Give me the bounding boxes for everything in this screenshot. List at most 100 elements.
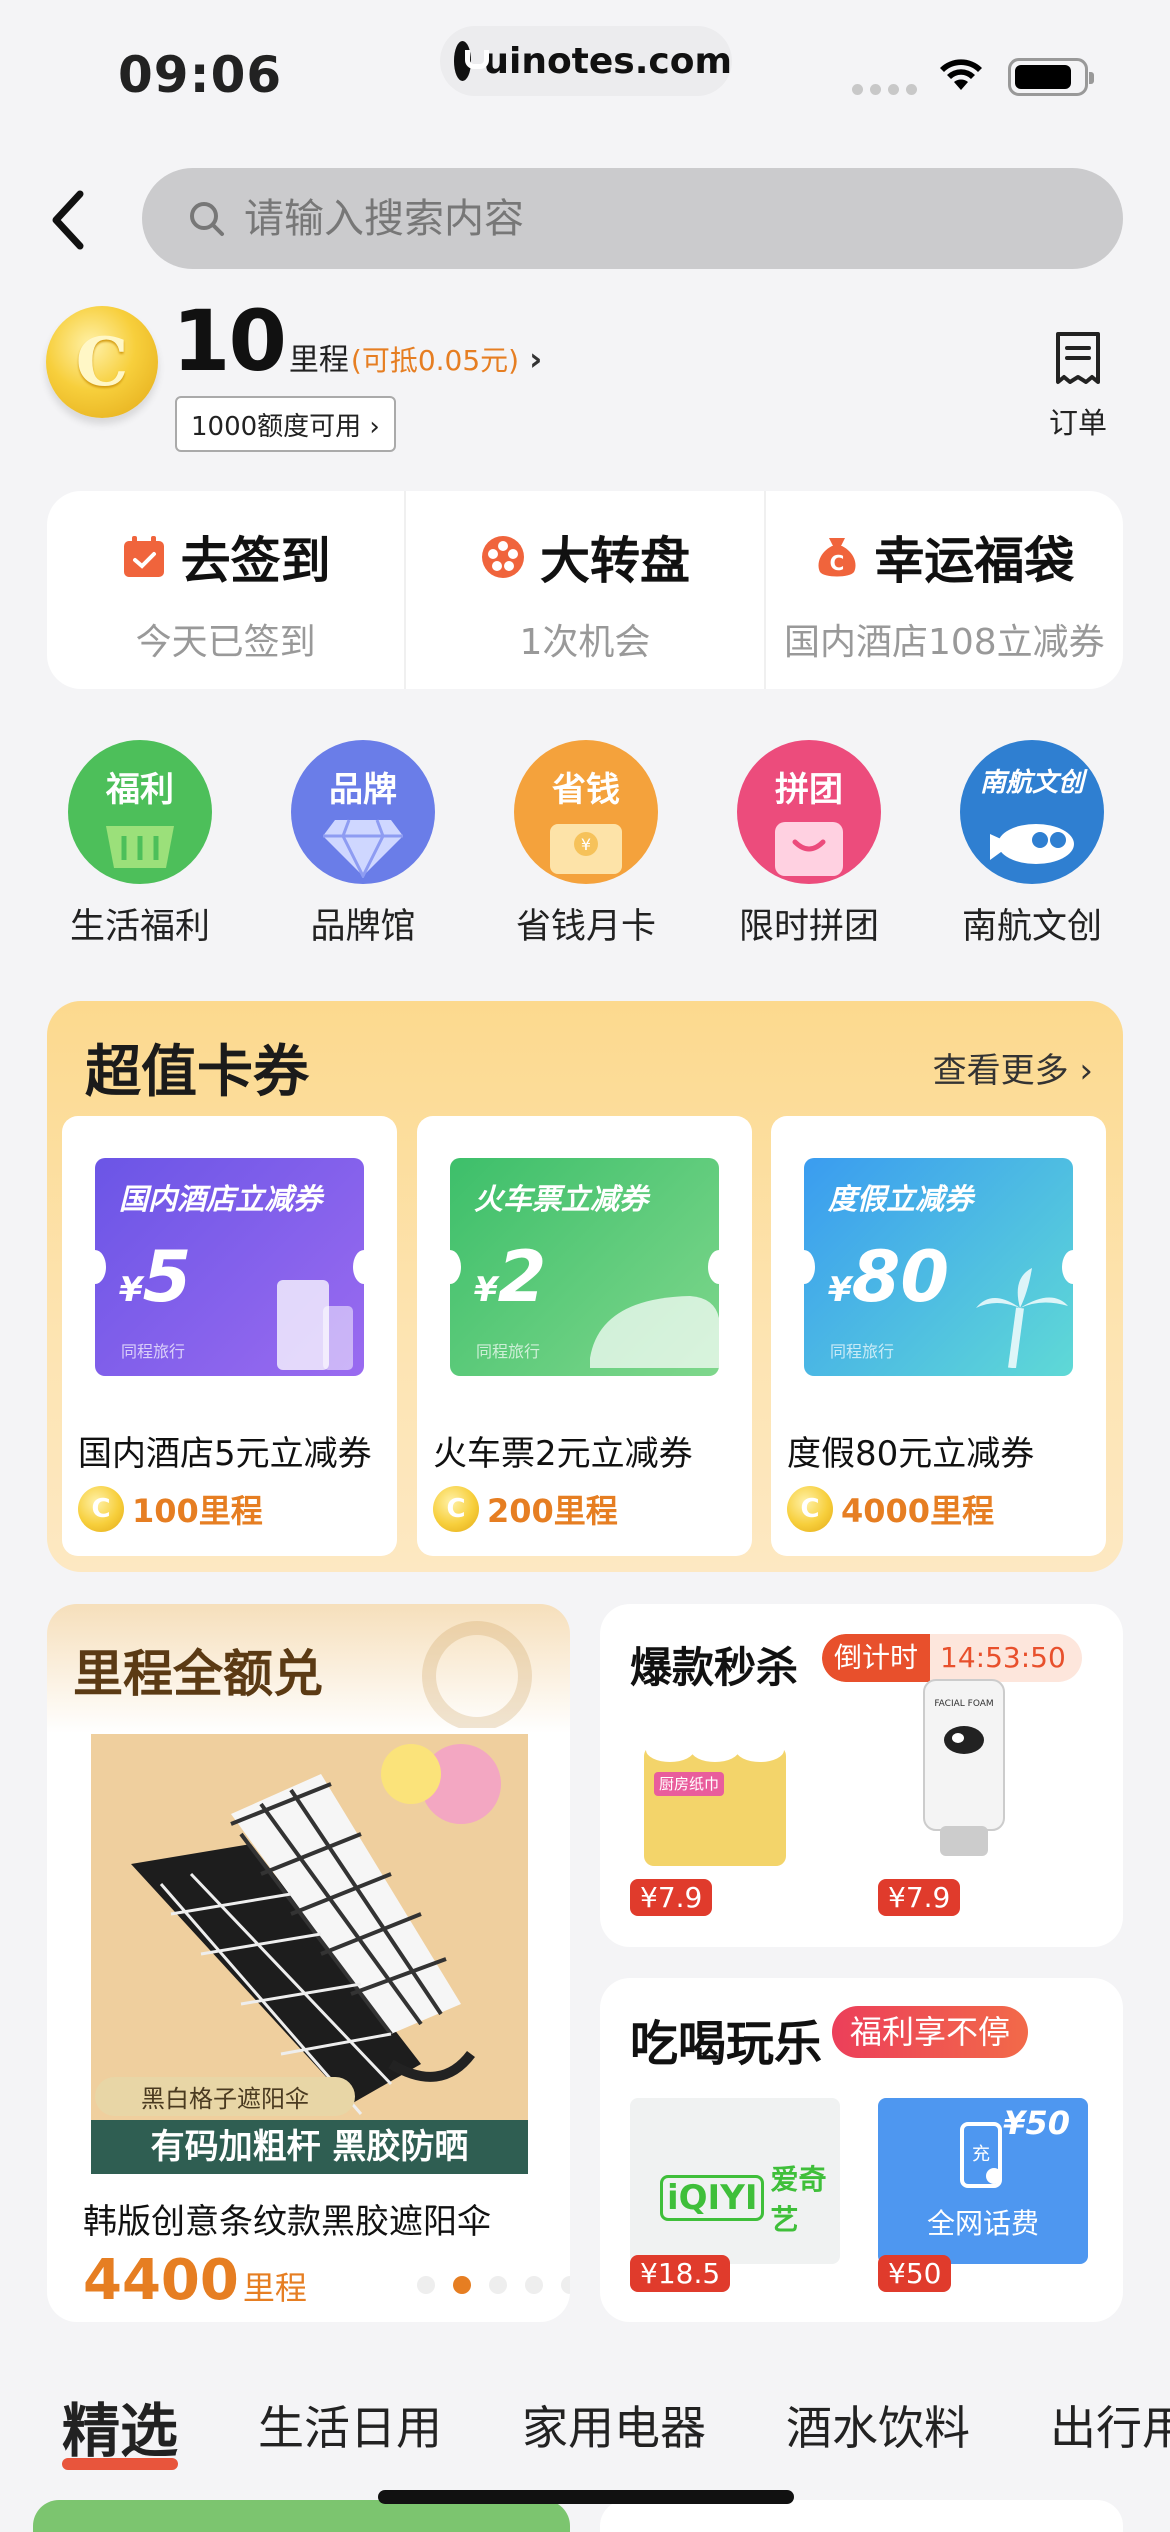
coupon-card[interactable]: 国内酒店立减券 ¥5 同程旅行 国内酒店5元立减券 C 100里程 xyxy=(62,1116,397,1556)
home-indicator xyxy=(378,2490,794,2504)
card-title: 爆款秒杀 xyxy=(630,1643,799,1692)
tab-selected[interactable]: 精选 xyxy=(62,2384,179,2470)
countdown-timer: 倒计时 14:53:50 xyxy=(822,1634,1082,1682)
category-life-welfare[interactable]: 福利 生活福利 xyxy=(40,740,240,949)
feed-card-peek xyxy=(33,2500,570,2532)
coupon-card[interactable]: 火车票立减券 ¥2 同程旅行 火车票2元立减券 C 200里程 xyxy=(417,1116,752,1556)
section-title: 超值卡券 xyxy=(85,1040,309,1105)
product-price-unit: 里程 xyxy=(242,2269,307,2307)
quota-button[interactable]: 1000额度可用 › xyxy=(175,396,396,452)
task-title: 去签到 xyxy=(180,532,331,590)
category-row: 福利 生活福利 品牌 品牌馆 省钱 ¥ 省钱月卡 拼团 限时拼团 南航文创 南航… xyxy=(40,740,1132,949)
task-card: 去签到 今天已签到 大转盘 1次机会 C 幸运福袋 国内酒店108立减券 xyxy=(47,491,1123,689)
orders-button[interactable]: 订单 xyxy=(1040,330,1116,442)
task-checkin[interactable]: 去签到 今天已签到 xyxy=(47,491,404,689)
category-label: 生活福利 xyxy=(69,907,210,947)
card-title: 吃喝玩乐 xyxy=(630,2016,823,2072)
task-lucky-bag[interactable]: C 幸运福袋 国内酒店108立减券 xyxy=(763,491,1123,689)
category-group-buy[interactable]: 拼团 限时拼团 xyxy=(709,740,909,949)
ticket-brand: 同程旅行 xyxy=(830,1342,895,1361)
coupon-name: 火车票2元立减券 xyxy=(433,1434,693,1474)
chevron-right-icon: › xyxy=(529,340,543,378)
svg-text:¥: ¥ xyxy=(581,835,591,854)
iqiyi-logo-icon: iQIYI 爱奇艺 xyxy=(660,2158,840,2238)
flash-sale-card[interactable]: 爆款秒杀 倒计时 14:53:50 厨房纸巾 ¥7.9 FACIAL FOAM … xyxy=(600,1604,1123,1947)
receipt-icon xyxy=(1056,332,1100,384)
ticket-title: 国内酒店立减券 xyxy=(119,1182,323,1216)
paper-towel-icon: 厨房纸巾 xyxy=(644,1738,786,1866)
ticket-amount: 80 xyxy=(851,1236,950,1318)
back-arrow-icon[interactable] xyxy=(40,180,100,260)
coupon-name: 度假80元立减券 xyxy=(787,1434,1035,1474)
countdown-label: 倒计时 xyxy=(822,1634,931,1682)
signal-icon xyxy=(852,84,917,95)
points-hint: (可抵0.05元) xyxy=(350,344,520,377)
ticket-brand: 同程旅行 xyxy=(476,1342,541,1361)
url-pill[interactable]: uinotes.com xyxy=(440,26,732,96)
diamond-icon: 品牌 xyxy=(291,740,435,884)
wifi-icon xyxy=(940,59,982,90)
carousel-dot xyxy=(417,2276,435,2294)
coupon-ticket: 国内酒店立减券 ¥5 同程旅行 xyxy=(95,1158,364,1376)
product-price: 4400 xyxy=(83,2248,239,2313)
category-label: 品牌馆 xyxy=(310,907,416,947)
task-title: 大转盘 xyxy=(539,532,690,590)
category-savings-card[interactable]: 省钱 ¥ 省钱月卡 xyxy=(486,740,686,949)
category-label: 限时拼团 xyxy=(738,907,879,947)
category-label: 省钱月卡 xyxy=(515,907,656,947)
coupon-card[interactable]: 度假立减券 ¥80 同程旅行 度假80元立减券 C 4000里程 xyxy=(771,1116,1106,1556)
credit-label: 全网话费 xyxy=(926,2207,1039,2240)
points-summary[interactable]: 10 里程 (可抵0.05元) › xyxy=(172,292,542,390)
phone-icon: 充 xyxy=(960,2122,1002,2188)
carousel-dots xyxy=(417,2276,570,2294)
view-more-link[interactable]: 查看更多 › xyxy=(933,1043,1093,1092)
wallet-icon: 省钱 ¥ xyxy=(514,740,658,884)
task-subtitle: 1次机会 xyxy=(519,622,651,663)
train-icon xyxy=(590,1296,719,1368)
product-tag: 黑白格子遮阳伞 xyxy=(95,2077,355,2116)
category-brand[interactable]: 品牌 品牌馆 xyxy=(263,740,463,949)
tab-daily-use[interactable]: 生活日用 xyxy=(258,2392,442,2458)
tab-drinks[interactable]: 酒水饮料 xyxy=(786,2392,970,2458)
category-tabs: 精选 生活日用 家用电器 酒水饮料 出行用品 xyxy=(0,2376,1170,2476)
tab-travel[interactable]: 出行用品 xyxy=(1050,2392,1170,2458)
price-tag: ¥50 xyxy=(878,2255,952,2292)
iqiyi-item[interactable]: iQIYI 爱奇艺 ¥18.5 xyxy=(630,2098,840,2292)
phone-credit-item[interactable]: ¥50 充 全网话费 ¥50 xyxy=(878,2098,1088,2292)
search-bar[interactable] xyxy=(142,168,1123,269)
coupon-ticket: 火车票立减券 ¥2 同程旅行 xyxy=(450,1158,719,1376)
points-unit: 里程 xyxy=(288,343,349,378)
card-title: 里程全额兑 xyxy=(73,1645,323,1703)
price-tag: ¥18.5 xyxy=(630,2255,731,2292)
product-image: 黑白格子遮阳伞 有码加粗杆 黑胶防晒 xyxy=(91,1734,528,2174)
product-caption: 有码加粗杆 黑胶防晒 xyxy=(91,2120,528,2174)
status-time: 09:06 xyxy=(118,46,283,104)
plane-mascot-icon: 南航文创 xyxy=(960,740,1104,884)
task-wheel[interactable]: 大转盘 1次机会 xyxy=(404,491,763,689)
coin-icon: C xyxy=(787,1486,833,1532)
flash-product[interactable]: 厨房纸巾 ¥7.9 xyxy=(630,1716,800,1916)
svg-text:FACIAL FOAM: FACIAL FOAM xyxy=(934,1699,993,1709)
carousel-dot xyxy=(525,2276,543,2294)
price-tag: ¥7.9 xyxy=(878,1879,961,1916)
coupon-section: 超值卡券 查看更多 › 国内酒店立减券 ¥5 同程旅行 国内酒店5元立减券 C1… xyxy=(47,1001,1123,1572)
search-icon xyxy=(190,201,224,236)
facial-foam-icon: FACIAL FOAM xyxy=(923,1679,1005,1856)
coupon-price: 200里程 xyxy=(487,1492,618,1530)
credit-badge: ¥50 xyxy=(1003,2104,1070,2142)
tab-appliances[interactable]: 家用电器 xyxy=(522,2392,706,2458)
entertainment-card[interactable]: 吃喝玩乐 福利享不停 iQIYI 爱奇艺 ¥18.5 ¥50 充 全网话费 ¥5… xyxy=(600,1978,1123,2322)
svg-text:厨房纸巾: 厨房纸巾 xyxy=(659,1775,719,1793)
battery-icon xyxy=(1008,58,1094,96)
mileage-redeem-card[interactable]: 里程全额兑 黑白格子遮阳伞 有码加粗杆 黑胶防晒 韩版创意条纹款黑胶遮阳伞 44… xyxy=(47,1604,570,2322)
svg-text:充: 充 xyxy=(972,2144,990,2165)
points-value: 10 xyxy=(172,292,287,390)
flash-product[interactable]: FACIAL FOAM ¥7.9 xyxy=(878,1679,1048,1916)
wheel-icon xyxy=(481,536,524,578)
coin-icon: C xyxy=(46,306,158,418)
ticket-amount: 5 xyxy=(142,1236,192,1318)
category-csair-creative[interactable]: 南航文创 南航文创 xyxy=(932,740,1132,949)
coupon-price: 100里程 xyxy=(132,1492,263,1530)
task-title: 幸运福袋 xyxy=(874,532,1075,590)
search-input[interactable] xyxy=(244,195,1044,242)
